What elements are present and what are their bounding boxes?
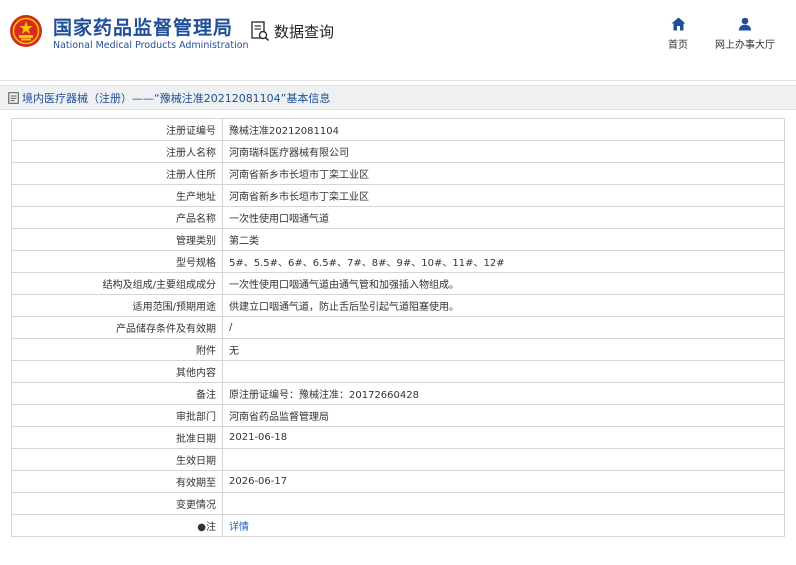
- row-value-remarks: 原注册证编号：豫械注准：20172660428: [222, 382, 785, 405]
- row-label-management-category: 管理类别: [11, 228, 223, 251]
- document-icon: [8, 91, 19, 104]
- row-label-remarks: 备注: [11, 382, 223, 405]
- row-label-model-spec: 型号规格: [11, 250, 223, 273]
- row-value-valid-until: 2026-06-17: [222, 470, 785, 493]
- nav-online-office-label: 网上办事大厅: [715, 40, 775, 51]
- table-row: 变更情况: [11, 492, 785, 515]
- data-query-heading: 数据查询: [251, 21, 334, 42]
- row-label-registrant-address: 注册人住所: [11, 162, 223, 185]
- data-query-label: 数据查询: [274, 23, 335, 41]
- table-row: 其他内容: [11, 360, 785, 383]
- table-row: 附件 无: [11, 338, 785, 361]
- row-label-change-history: 变更情况: [11, 492, 223, 515]
- row-value-production-address: 河南省新乡市长垣市丁栾工业区: [222, 184, 785, 207]
- row-value-effective-date: [222, 448, 785, 471]
- table-row: 有效期至 2026-06-17: [11, 470, 785, 493]
- row-label-approval-date: 批准日期: [11, 426, 223, 449]
- row-label-storage: 产品储存条件及有效期: [11, 316, 223, 339]
- row-value-registrant-name: 河南瑞科医疗器械有限公司: [222, 140, 785, 163]
- table-row: 型号规格 5#、5.5#、6#、6.5#、7#、8#、9#、10#、11#、12…: [11, 250, 785, 273]
- row-value-approval-department: 河南省药品监督管理局: [222, 404, 785, 427]
- row-label-effective-date: 生效日期: [11, 448, 223, 471]
- row-label-production-address: 生产地址: [11, 184, 223, 207]
- table-row: 适用范围/预期用途 供建立口咽通气道，防止舌后坠引起气道阻塞使用。: [11, 294, 785, 317]
- row-label-note: ●注: [11, 514, 223, 537]
- agency-name-cn[interactable]: 国家药品监督管理局: [53, 13, 233, 40]
- table-row: 生产地址 河南省新乡市长垣市丁栾工业区: [11, 184, 785, 207]
- nav-home[interactable]: 首页: [664, 17, 692, 51]
- row-label-valid-until: 有效期至: [11, 470, 223, 493]
- nav-home-label: 首页: [668, 40, 688, 51]
- page-title: 境内医疗器械（注册）——“豫械注准20212081104”基本信息: [22, 91, 331, 105]
- page-title-bar: 境内医疗器械（注册）——“豫械注准20212081104”基本信息: [0, 85, 796, 110]
- table-row: 注册证编号 豫械注准20212081104: [11, 118, 785, 141]
- row-label-product-name: 产品名称: [11, 206, 223, 229]
- document-search-icon: [251, 21, 270, 42]
- row-label-structure: 结构及组成/主要组成成分: [11, 272, 223, 295]
- row-value-management-category: 第二类: [222, 228, 785, 251]
- table-row: 注册人住所 河南省新乡市长垣市丁栾工业区: [11, 162, 785, 185]
- row-label-registrant-name: 注册人名称: [11, 140, 223, 163]
- table-row: 审批部门 河南省药品监督管理局: [11, 404, 785, 427]
- table-row: ●注 详情: [11, 514, 785, 537]
- header-divider: [0, 80, 796, 81]
- table-row: 结构及组成/主要组成成分 一次性使用口咽通气道由通气管和加强插入物组成。: [11, 272, 785, 295]
- agency-name-en[interactable]: National Medical Products Administration: [53, 40, 249, 51]
- site-header: 国家药品监督管理局 National Medical Products Admi…: [0, 0, 796, 81]
- row-label-intended-use: 适用范围/预期用途: [11, 294, 223, 317]
- table-row: 批准日期 2021-06-18: [11, 426, 785, 449]
- row-value-other: [222, 360, 785, 383]
- row-value-registration-number: 豫械注准20212081104: [222, 118, 785, 141]
- row-label-registration-number: 注册证编号: [11, 118, 223, 141]
- user-icon: [738, 17, 752, 31]
- row-value-storage: /: [222, 316, 785, 339]
- row-value-structure: 一次性使用口咽通气道由通气管和加强插入物组成。: [222, 272, 785, 295]
- row-label-attachment: 附件: [11, 338, 223, 361]
- row-value-attachment: 无: [222, 338, 785, 361]
- row-value-approval-date: 2021-06-18: [222, 426, 785, 449]
- row-value-model-spec: 5#、5.5#、6#、6.5#、7#、8#、9#、10#、11#、12#: [222, 250, 785, 273]
- table-row: 注册人名称 河南瑞科医疗器械有限公司: [11, 140, 785, 163]
- row-value-product-name: 一次性使用口咽通气道: [222, 206, 785, 229]
- row-value-registrant-address: 河南省新乡市长垣市丁栾工业区: [222, 162, 785, 185]
- row-label-approval-department: 审批部门: [11, 404, 223, 427]
- home-icon: [671, 17, 685, 31]
- national-emblem-icon: [10, 15, 42, 47]
- table-row: 备注 原注册证编号：豫械注准：20172660428: [11, 382, 785, 405]
- table-row: 产品名称 一次性使用口咽通气道: [11, 206, 785, 229]
- details-link[interactable]: 详情: [222, 514, 785, 537]
- row-value-intended-use: 供建立口咽通气道，防止舌后坠引起气道阻塞使用。: [222, 294, 785, 317]
- registration-detail-table: 注册证编号 豫械注准20212081104 注册人名称 河南瑞科医疗器械有限公司…: [11, 118, 785, 537]
- table-row: 生效日期: [11, 448, 785, 471]
- row-label-other: 其他内容: [11, 360, 223, 383]
- table-row: 产品储存条件及有效期 /: [11, 316, 785, 339]
- row-value-change-history: [222, 492, 785, 515]
- nav-online-office[interactable]: 网上办事大厅: [712, 17, 778, 51]
- table-row: 管理类别 第二类: [11, 228, 785, 251]
